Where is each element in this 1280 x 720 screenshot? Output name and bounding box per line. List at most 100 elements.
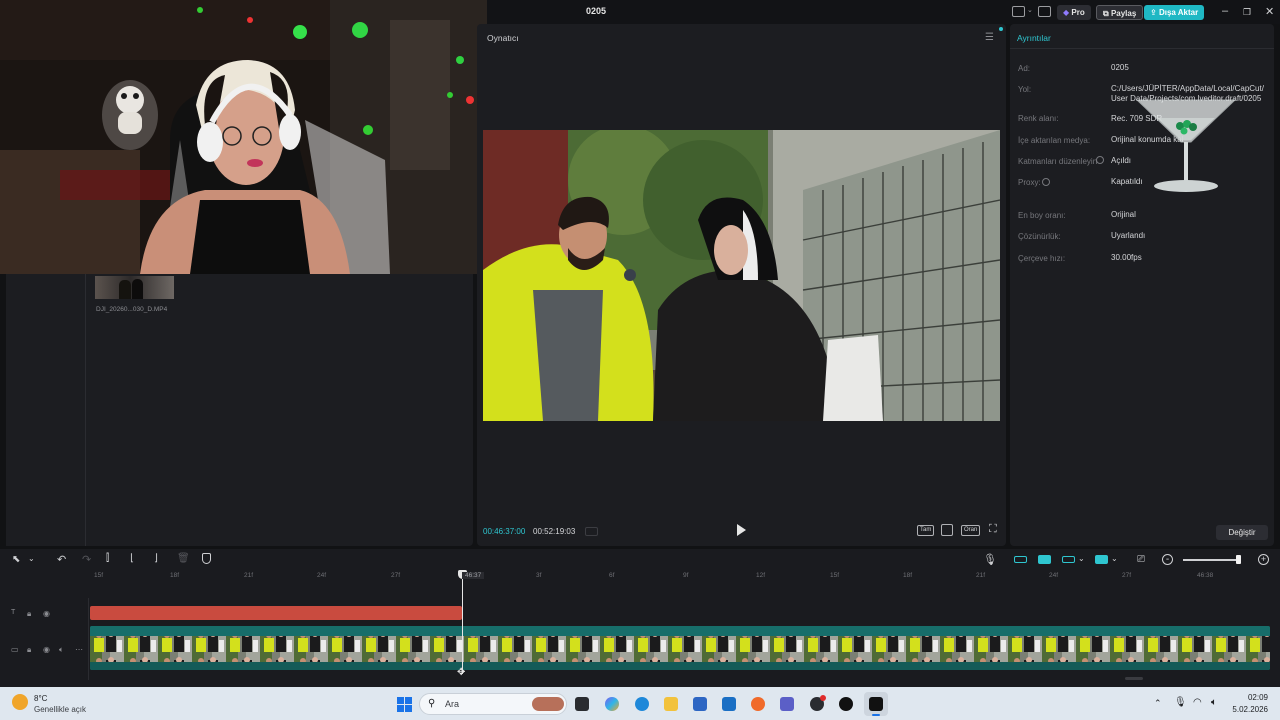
windows-start-icon[interactable]	[397, 697, 412, 712]
fullscreen-icon[interactable]: ⛶	[989, 523, 997, 536]
chevron-down-icon[interactable]: ⌄	[28, 554, 35, 563]
media-clip-thumbnail[interactable]	[95, 276, 174, 299]
split-icon[interactable]: ⫿	[106, 553, 109, 564]
clock-time[interactable]: 02:09	[1236, 693, 1268, 702]
media-sidebar	[6, 274, 86, 546]
tick-label: 21f	[244, 572, 254, 579]
upload-icon: ⇪	[1150, 8, 1159, 17]
playhead-line[interactable]	[462, 572, 463, 674]
chevron-down-icon[interactable]: ⌄	[1078, 554, 1085, 563]
wifi-icon[interactable]: ◠	[1193, 697, 1202, 708]
menu-icon[interactable]: ☰	[985, 32, 994, 43]
tick-label: 15f	[94, 572, 104, 579]
chevron-down-icon[interactable]: ⌄	[1111, 554, 1118, 563]
minimize-icon[interactable]: –	[1222, 5, 1228, 17]
snapshot-icon[interactable]	[941, 524, 953, 536]
details-title[interactable]: Ayrıntılar	[1017, 33, 1051, 43]
capcut-icon[interactable]	[869, 697, 883, 711]
teams-icon[interactable]	[780, 697, 794, 711]
video-track-icon: ▭	[11, 645, 19, 654]
delete-icon: 🗑	[177, 553, 190, 564]
search-placeholder: Ara	[445, 699, 460, 709]
preview-axis-icon[interactable]	[1062, 556, 1075, 563]
store-icon[interactable]	[693, 697, 707, 711]
media-player-icon[interactable]	[839, 697, 853, 711]
name-label: Ad:	[1018, 64, 1031, 73]
timeline-ruler[interactable]: 15f 18f 21f 24f 27f 3f 6f 9f 12f 15f 18f…	[90, 570, 1270, 584]
ratio-button[interactable]: Oran	[961, 525, 981, 536]
frame-rate-value: 30.00fps	[1111, 253, 1142, 262]
shield-icon[interactable]	[202, 553, 211, 564]
play-icon[interactable]	[736, 524, 746, 536]
divider	[1010, 48, 1274, 49]
task-view-icon[interactable]	[575, 697, 589, 711]
tick-label: 46:38	[1197, 572, 1214, 579]
eye-icon[interactable]: ◉	[43, 609, 50, 618]
tick-label: 27f	[391, 572, 401, 579]
clock-date[interactable]: 5.02.2026	[1226, 705, 1268, 714]
video-preview	[483, 130, 1000, 421]
chevron-down-icon[interactable]: ⌄	[1027, 6, 1033, 14]
close-icon[interactable]: ✕	[1265, 5, 1274, 18]
export-button[interactable]: ⇪ Dışa Aktar	[1144, 5, 1205, 20]
trim-left-icon[interactable]: ⌊	[130, 553, 134, 564]
modify-button[interactable]: Değiştir	[1216, 525, 1268, 540]
edge-icon[interactable]	[635, 697, 649, 711]
notification-badge	[820, 695, 826, 701]
timeline-scrollbar[interactable]	[1125, 677, 1143, 680]
resolution-value: Uyarlandı	[1111, 231, 1146, 240]
tick-label: 9f	[683, 572, 689, 579]
search-highlight-icon[interactable]	[532, 697, 564, 711]
firefox-icon[interactable]	[751, 697, 765, 711]
share-button[interactable]: ⧉ Paylaş	[1096, 5, 1144, 20]
more-icon[interactable]: ⋯	[75, 645, 83, 654]
microphone-icon[interactable]: 🎙	[983, 553, 997, 566]
select-tool-icon[interactable]: ⬉	[12, 554, 20, 565]
copilot-icon[interactable]	[605, 697, 619, 711]
trim-right-icon[interactable]: ⌋	[154, 553, 158, 564]
undo-icon[interactable]: ↶	[57, 553, 66, 566]
tick-label: 27f	[1122, 572, 1132, 579]
speaker-icon[interactable]: 🔈︎	[1211, 697, 1217, 708]
text-clip[interactable]	[90, 606, 462, 620]
caption-icon[interactable]: ⎚	[1137, 554, 1145, 565]
tick-label: 12f	[756, 572, 766, 579]
video-clip[interactable]	[90, 626, 1270, 670]
pro-button[interactable]: ◆ Pro	[1057, 5, 1091, 20]
lock-icon[interactable]: 🔒︎	[27, 609, 31, 619]
microphone-icon[interactable]: 🎙	[1174, 697, 1187, 708]
file-explorer-icon[interactable]	[664, 697, 678, 711]
audio-icon[interactable]: 🔈︎	[59, 645, 64, 655]
eye-icon[interactable]: ◉	[43, 645, 50, 654]
zoom-slider[interactable]	[1183, 559, 1241, 561]
outlook-icon[interactable]	[722, 697, 736, 711]
tick-label: 6f	[609, 572, 615, 579]
shortcuts-icon[interactable]	[1038, 6, 1051, 17]
info-icon[interactable]	[1096, 156, 1104, 164]
link-icon[interactable]	[1038, 555, 1051, 564]
info-icon[interactable]	[1042, 178, 1050, 186]
maximize-icon[interactable]: ❐	[1243, 7, 1251, 18]
zoom-slider-handle[interactable]	[1236, 555, 1241, 564]
tick-label: 24f	[317, 572, 327, 579]
full-quality-button[interactable]: Tam	[917, 525, 935, 536]
lock-icon[interactable]: 🔒︎	[27, 645, 31, 655]
tick-label: 18f	[903, 572, 913, 579]
search-icon: ⚲	[428, 698, 436, 709]
status-dot	[999, 27, 1003, 31]
share-icon: ⧉	[1103, 9, 1111, 18]
redo-icon: ↷	[82, 554, 92, 566]
layout-icon[interactable]	[1012, 6, 1025, 17]
auto-snap-icon[interactable]	[1095, 555, 1108, 564]
total-timecode: 00:52:19:03	[533, 527, 576, 536]
zoom-out-icon[interactable]: -	[1162, 554, 1173, 565]
magnet-icon[interactable]	[1014, 556, 1027, 563]
zoom-in-icon[interactable]: +	[1258, 554, 1269, 565]
chevron-up-icon[interactable]: ⌃	[1154, 698, 1162, 709]
imported-media-label: İçe aktarılan medya:	[1018, 136, 1091, 145]
aspect-ratio-label: En boy oranı:	[1018, 211, 1066, 220]
name-value: 0205	[1111, 63, 1129, 72]
timecode-toggle[interactable]	[585, 527, 598, 536]
weather-icon[interactable]	[12, 694, 28, 710]
resolution-label: Çözünürlük:	[1018, 232, 1061, 241]
